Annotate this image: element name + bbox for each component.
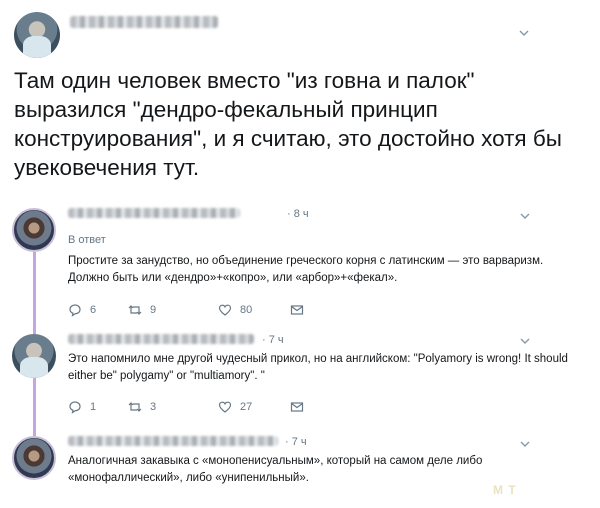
reply-text: Это напомнило мне другой чудесный прикол… [68, 353, 568, 382]
avatar[interactable] [12, 436, 56, 480]
reply-button[interactable]: 6 [68, 302, 96, 318]
like-count: 80 [240, 304, 253, 316]
author-name-blurred[interactable] [70, 16, 218, 28]
chevron-down-icon[interactable] [517, 26, 531, 40]
author-name-blurred[interactable] [68, 208, 240, 218]
chevron-down-icon[interactable] [518, 437, 532, 451]
tweet-time[interactable]: · 7 ч [262, 334, 284, 346]
main-tweet: Там один человек вместо "из говна и пало… [0, 0, 600, 200]
reply-text: Простите за занудство, но объединение гр… [68, 255, 544, 284]
reply-count: 6 [90, 304, 97, 316]
thread-line [33, 374, 36, 436]
reply-count: 1 [90, 401, 97, 413]
like-button[interactable]: 80 [218, 302, 252, 318]
dm-button[interactable] [290, 302, 312, 318]
speech-bubble-icon [68, 303, 82, 317]
like-button[interactable]: 27 [218, 399, 252, 415]
avatar[interactable] [12, 334, 56, 378]
envelope-icon [290, 400, 304, 414]
action-bar: 6 9 80 [68, 302, 368, 318]
heart-icon [218, 400, 232, 414]
author-name-blurred[interactable] [68, 436, 278, 446]
author-name-blurred[interactable] [68, 334, 254, 344]
watermark: M T [493, 483, 517, 497]
thread-line [33, 252, 36, 335]
reply-text: Аналогичная закавыка с «монопенисуальным… [68, 455, 483, 484]
dm-button[interactable] [290, 399, 312, 415]
reply-button[interactable]: 1 [68, 399, 96, 415]
retweet-icon [128, 303, 142, 317]
in-reply-to-label[interactable]: В ответ [68, 234, 106, 246]
envelope-icon [290, 303, 304, 317]
speech-bubble-icon [68, 400, 82, 414]
chevron-down-icon[interactable] [518, 334, 532, 348]
action-bar: 1 3 27 [68, 399, 368, 415]
retweet-button[interactable]: 3 [128, 399, 156, 415]
tweet-time[interactable]: · 8 ч [287, 208, 309, 220]
retweet-count: 9 [150, 304, 157, 316]
like-count: 27 [240, 401, 253, 413]
retweet-icon [128, 400, 142, 414]
tweet-text: Там один человек вместо "из говна и пало… [14, 68, 562, 180]
chevron-down-icon[interactable] [518, 209, 532, 223]
avatar[interactable] [14, 12, 60, 58]
retweet-count: 3 [150, 401, 157, 413]
avatar[interactable] [12, 208, 56, 252]
tweet-time[interactable]: · 7 ч [285, 436, 307, 448]
retweet-button[interactable]: 9 [128, 302, 156, 318]
heart-icon [218, 303, 232, 317]
